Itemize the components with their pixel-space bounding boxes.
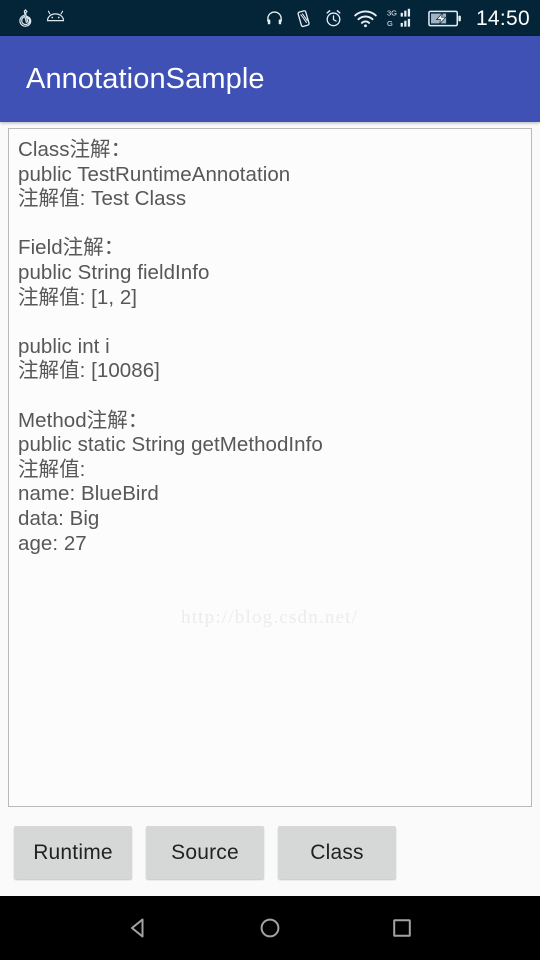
- headphones-icon: [264, 8, 285, 29]
- class-button[interactable]: Class: [278, 826, 396, 879]
- status-bar-notification-icons: [12, 7, 67, 29]
- watermark-text: http://blog.csdn.net/: [181, 607, 359, 628]
- app-bar: AnnotationSample: [0, 36, 540, 122]
- signal-g-bottom-label: G: [387, 19, 393, 28]
- android-head-icon: [44, 7, 67, 29]
- recents-icon[interactable]: [374, 900, 430, 956]
- signal-3g-top-label: 3G: [387, 9, 397, 18]
- mobile-signal-3g-icon: 3G G: [387, 7, 419, 29]
- home-icon[interactable]: [242, 900, 298, 956]
- alarm-icon: [323, 8, 344, 29]
- annotation-output-card[interactable]: Class注解： public TestRuntimeAnnotation 注解…: [8, 128, 532, 807]
- status-bar-clock: 14:50: [475, 6, 530, 30]
- phone-screen: 3G G 14:50 AnnotationSample Class注解： pub…: [0, 0, 540, 960]
- vibrate-icon: [294, 8, 314, 29]
- system-navigation-bar: [0, 896, 540, 960]
- source-button[interactable]: Source: [146, 826, 264, 879]
- annotation-output-text: Class注解： public TestRuntimeAnnotation 注解…: [18, 138, 323, 555]
- page-title: AnnotationSample: [26, 63, 265, 95]
- back-icon[interactable]: [110, 900, 166, 956]
- netease-music-icon: [12, 7, 34, 29]
- runtime-button[interactable]: Runtime: [14, 826, 132, 879]
- status-bar-system-icons: 3G G 14:50: [264, 7, 530, 29]
- wifi-icon: [353, 8, 378, 29]
- status-bar: 3G G 14:50: [0, 0, 540, 36]
- battery-charging-icon: [428, 9, 462, 28]
- action-button-row: Runtime Source Class: [0, 826, 540, 879]
